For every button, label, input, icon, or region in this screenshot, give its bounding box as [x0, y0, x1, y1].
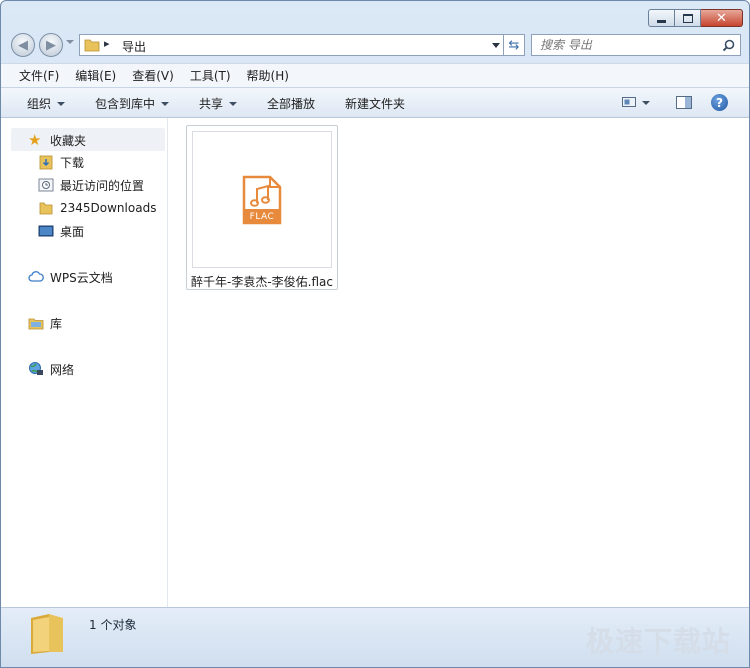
- downloads-folder-icon: [38, 154, 54, 170]
- folder-icon: [31, 614, 63, 654]
- view-icon: [622, 97, 636, 107]
- include-library-button[interactable]: 包含到库中: [95, 95, 170, 112]
- navigation-bar: ◀ ▶ ▸ 导出 ⇆: [1, 31, 749, 61]
- help-button[interactable]: ?: [711, 94, 728, 111]
- change-view-button[interactable]: [622, 96, 636, 108]
- breadcrumb-current[interactable]: 导出: [122, 38, 146, 55]
- refresh-icon: ⇆: [508, 37, 520, 53]
- sidebar-item-label: 下载: [60, 155, 85, 170]
- maximize-icon: [682, 13, 693, 23]
- address-bar[interactable]: ▸ 导出 ⇆: [79, 34, 525, 56]
- desktop-icon: [38, 223, 54, 239]
- address-history-dropdown[interactable]: [492, 43, 500, 48]
- file-item[interactable]: FLAC 醉千年-李袁杰-李俊佑.flac: [186, 125, 338, 290]
- menu-bar: 文件(F) 编辑(E) 查看(V) 工具(T) 帮助(H): [1, 63, 749, 87]
- menu-help[interactable]: 帮助(H): [239, 67, 297, 84]
- cloud-icon: [28, 269, 44, 285]
- file-view: FLAC 醉千年-李袁杰-李俊佑.flac: [168, 118, 749, 607]
- search-icon: [722, 39, 735, 52]
- chevron-down-icon: [66, 40, 74, 44]
- menu-edit[interactable]: 编辑(E): [67, 67, 124, 84]
- item-count: 1 个对象: [89, 618, 137, 632]
- sidebar-item-label: 桌面: [60, 224, 85, 239]
- view-options-dropdown[interactable]: [642, 101, 650, 105]
- new-folder-label: 新建文件夹: [345, 97, 406, 111]
- file-name: 醉千年-李袁杰-李俊佑.flac: [191, 275, 333, 289]
- sidebar-item-downloads[interactable]: 下载: [38, 151, 84, 173]
- explorer-window: ✕ ◀ ▶ ▸ 导出 ⇆ 搜索 导出 文件(F) 编辑(E) 查看(V) 工具(…: [0, 0, 750, 668]
- back-arrow-icon: ◀: [18, 37, 28, 53]
- network-icon: [28, 361, 44, 377]
- folder-icon: [84, 39, 100, 52]
- details-pane: 1 个对象 极速下载站: [1, 607, 749, 667]
- organize-button[interactable]: 组织: [27, 95, 66, 112]
- sidebar-item-recent[interactable]: 最近访问的位置: [38, 174, 144, 196]
- play-all-button[interactable]: 全部播放: [267, 95, 315, 112]
- close-button[interactable]: ✕: [701, 9, 743, 27]
- sidebar-item-favorites[interactable]: ★ 收藏夹: [28, 129, 86, 151]
- sidebar-item-label: 网络: [50, 362, 75, 377]
- chevron-down-icon: [229, 101, 238, 106]
- forward-arrow-icon: ▶: [46, 37, 56, 53]
- navigation-pane: ★ 收藏夹 下载 最近访问的位置 2345Downloads 桌面 WPS云文档…: [1, 118, 168, 607]
- star-icon: ★: [28, 131, 42, 149]
- minimize-icon: [657, 19, 666, 23]
- minimize-button[interactable]: [648, 9, 675, 27]
- breadcrumb-separator[interactable]: ▸: [104, 37, 110, 50]
- help-icon: ?: [711, 94, 728, 111]
- file-thumbnail: FLAC: [192, 131, 332, 268]
- library-icon: [28, 315, 44, 331]
- organize-label: 组织: [27, 97, 52, 111]
- maximize-button[interactable]: [675, 9, 701, 27]
- new-folder-button[interactable]: 新建文件夹: [345, 95, 405, 112]
- menu-tools[interactable]: 工具(T): [182, 67, 239, 84]
- recent-pages-dropdown[interactable]: [66, 40, 74, 44]
- menu-view[interactable]: 查看(V): [124, 67, 182, 84]
- sidebar-item-wps[interactable]: WPS云文档: [28, 266, 113, 288]
- back-button[interactable]: ◀: [11, 33, 35, 57]
- sidebar-item-label: 2345Downloads: [60, 201, 157, 215]
- title-bar: ✕: [1, 1, 749, 31]
- sidebar-item-label: 收藏夹: [50, 133, 87, 148]
- sidebar-item-desktop[interactable]: 桌面: [38, 220, 84, 242]
- chevron-down-icon: [642, 101, 650, 105]
- folder-icon: [38, 200, 54, 216]
- sidebar-item-2345downloads[interactable]: 2345Downloads: [38, 197, 156, 219]
- content-area: ★ 收藏夹 下载 最近访问的位置 2345Downloads 桌面 WPS云文档…: [1, 118, 749, 607]
- chevron-down-icon: [161, 101, 170, 106]
- preview-pane-button[interactable]: [676, 96, 692, 109]
- command-bar: 组织 包含到库中 共享 全部播放 新建文件夹 ?: [1, 87, 749, 118]
- window-controls: ✕: [648, 9, 743, 27]
- forward-button[interactable]: ▶: [39, 33, 63, 57]
- close-icon: ✕: [716, 10, 727, 26]
- play-all-label: 全部播放: [267, 97, 316, 111]
- include-library-label: 包含到库中: [95, 97, 156, 111]
- sidebar-item-label: WPS云文档: [50, 270, 113, 285]
- menu-file[interactable]: 文件(F): [11, 67, 67, 84]
- recent-places-icon: [38, 177, 54, 193]
- sidebar-item-network[interactable]: 网络: [28, 358, 74, 380]
- flac-badge: FLAC: [249, 212, 275, 222]
- share-label: 共享: [199, 97, 224, 111]
- chevron-down-icon: [57, 101, 66, 106]
- sidebar-item-library[interactable]: 库: [28, 312, 62, 334]
- search-input[interactable]: [540, 37, 710, 53]
- sidebar-item-label: 库: [50, 316, 63, 331]
- search-box[interactable]: [531, 34, 741, 56]
- watermark-text: 极速下载站: [585, 625, 731, 658]
- refresh-button[interactable]: ⇆: [503, 35, 524, 55]
- sidebar-item-label: 最近访问的位置: [60, 178, 145, 193]
- share-button[interactable]: 共享: [199, 95, 238, 112]
- preview-pane-icon: [676, 96, 692, 109]
